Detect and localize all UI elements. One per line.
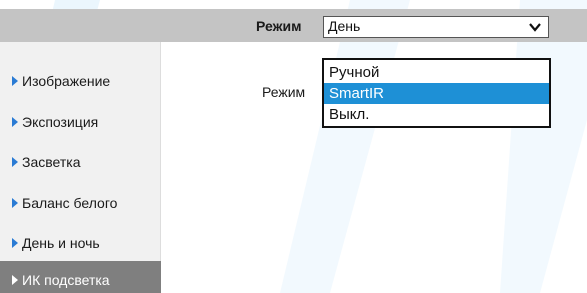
mode-dropdown-list[interactable]: Ручной SmartIR Выкл. — [322, 58, 551, 128]
chevron-down-icon — [529, 23, 541, 32]
sidebar-item-label: Экспозиция — [22, 114, 99, 130]
header-mode-label: Режим — [256, 18, 302, 34]
triangle-right-icon — [12, 76, 18, 86]
triangle-right-icon — [12, 117, 18, 127]
sidebar-item-label: Баланс белого — [22, 195, 118, 211]
sidebar: Изображение Экспозиция Засветка Баланс б… — [0, 42, 161, 293]
sidebar-item-label: День и ночь — [22, 235, 100, 251]
sidebar-item-ir-light[interactable]: ИК подсветка — [0, 261, 161, 293]
sidebar-item-exposure[interactable]: Экспозиция — [0, 103, 161, 143]
dropdown-option-off[interactable]: Выкл. — [324, 104, 549, 125]
mode-label: Режим — [262, 84, 306, 100]
sidebar-item-backlight[interactable]: Засветка — [0, 143, 161, 183]
triangle-right-icon — [12, 157, 18, 167]
triangle-right-icon — [12, 198, 18, 208]
sidebar-item-white-balance[interactable]: Баланс белого — [0, 184, 161, 224]
sidebar-item-image[interactable]: Изображение — [0, 62, 161, 102]
dropdown-option-manual[interactable]: Ручной — [324, 62, 549, 83]
triangle-right-icon — [12, 238, 18, 248]
header-mode-select[interactable]: День — [323, 16, 549, 38]
triangle-right-icon — [12, 275, 18, 285]
sidebar-item-label: Изображение — [22, 73, 111, 89]
sidebar-item-label: ИК подсветка — [22, 272, 110, 288]
sidebar-item-label: Засветка — [22, 154, 81, 170]
sidebar-item-day-night[interactable]: День и ночь — [0, 224, 161, 264]
header-mode-value: День — [328, 18, 361, 34]
header-bar: Режим День — [0, 9, 587, 42]
dropdown-option-smartir[interactable]: SmartIR — [324, 83, 549, 104]
